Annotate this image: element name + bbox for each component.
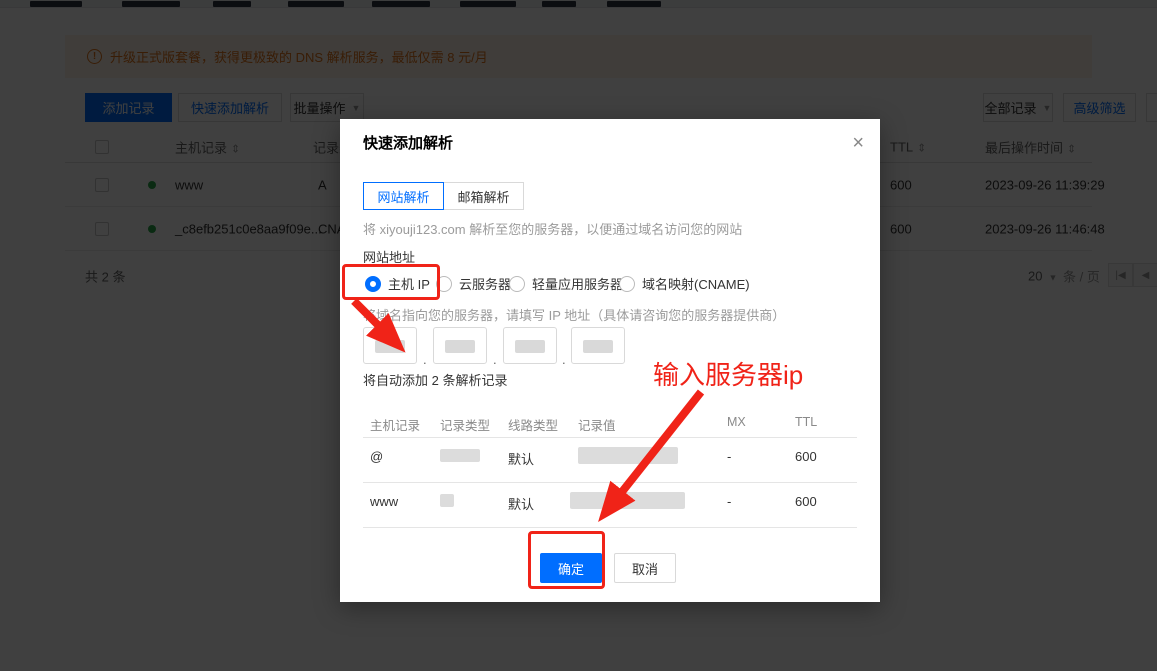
cancel-button[interactable]: 取消 [614,553,676,583]
pt-row-mx: - [727,494,732,509]
redacted-value [578,447,678,464]
divider [363,437,857,438]
ip-dot-separator: . [562,352,566,367]
redacted-value [515,340,545,353]
website-address-label: 网站地址 [363,250,416,265]
ip-octet-input-2[interactable] [433,327,487,364]
close-icon[interactable]: × [852,133,864,153]
radio-label: 主机 IP [388,277,430,292]
redacted-value [375,340,405,353]
tab-website-resolution[interactable]: 网站解析 [363,182,444,210]
ip-dot-separator: . [493,352,497,367]
tab-label: 邮箱解析 [457,189,510,205]
pt-row-mx: - [727,449,732,464]
pt-row-ttl: 600 [795,449,817,464]
radio-selected-icon [365,275,381,292]
ip-octet-input-1[interactable] [363,327,417,364]
radio-icon [436,275,452,292]
cancel-label: 取消 [631,561,658,577]
redacted-value [570,492,685,509]
pt-header-ttl: TTL [795,415,818,429]
ip-dot-separator: . [423,352,427,367]
dialog-description: 将 xiyouji123.com 解析至您的服务器，以便通过域名访问您的网站 [363,222,743,237]
radio-cname-mapping[interactable]: 域名映射(CNAME) [619,274,750,293]
redacted-value [440,494,454,507]
radio-label: 域名映射(CNAME) [642,277,750,292]
pt-header-line: 线路类型 [508,419,559,433]
confirm-label: 确定 [557,561,584,577]
dns-console-screen: ! 升级正式版套餐，获得更极致的 DNS 解析服务，最低仅需 8 元/月 添加记… [0,0,1157,671]
redacted-value [445,340,475,353]
confirm-button[interactable]: 确定 [540,553,602,583]
tab-label: 网站解析 [377,189,430,205]
radio-cloud-server[interactable]: 云服务器 [436,274,511,293]
radio-icon [619,275,635,292]
redacted-value [583,340,613,353]
ip-hint-text: 将域名指向您的服务器，请填写 IP 地址（具体请咨询您的服务器提供商） [363,308,786,323]
pt-header-value: 记录值 [578,419,616,433]
divider [363,527,857,528]
redacted-value [440,449,480,462]
pt-header-type: 记录类型 [440,419,491,433]
dialog-title: 快速添加解析 [363,135,454,152]
pt-row-line: 默认 [508,452,535,467]
divider [363,482,857,483]
ip-octet-input-4[interactable] [571,327,625,364]
auto-add-note: 将自动添加 2 条解析记录 [363,373,508,388]
tab-mail-resolution[interactable]: 邮箱解析 [443,182,524,210]
pt-row-ttl: 600 [795,494,817,509]
radio-icon [509,275,525,292]
radio-lighthouse-server[interactable]: 轻量应用服务器 [509,274,623,293]
radio-label: 轻量应用服务器 [532,277,624,292]
pt-header-mx: MX [727,415,746,429]
pt-row-host: @ [370,449,384,464]
pt-row-host: www [370,494,399,509]
radio-host-ip[interactable]: 主机 IP [365,274,430,293]
pt-row-line: 默认 [508,497,535,512]
radio-label: 云服务器 [459,277,512,292]
dialog-tabs: 网站解析 邮箱解析 [363,182,524,210]
pt-header-host: 主机记录 [370,419,421,433]
annotation-text: 输入服务器ip [653,360,804,390]
ip-octet-input-3[interactable] [503,327,557,364]
